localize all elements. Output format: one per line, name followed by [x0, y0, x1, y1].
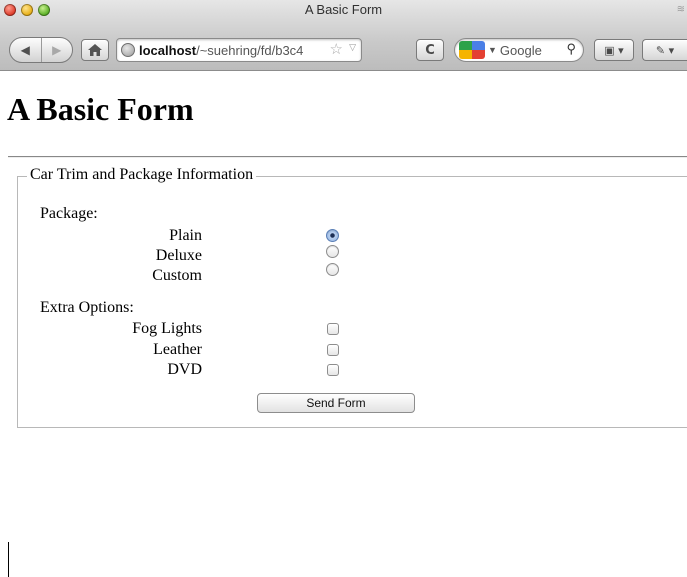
bookmark-star-icon[interactable]: ☆ — [330, 40, 343, 58]
window-resize-icon: ≋ — [676, 4, 685, 15]
horizontal-rule — [8, 156, 687, 158]
url-dropdown-icon[interactable]: ▽ — [349, 42, 356, 53]
reload-icon: C — [425, 42, 435, 58]
back-arrow-icon: ◀ — [20, 43, 30, 57]
back-button[interactable]: ◀ — [10, 38, 41, 62]
window-edge — [8, 542, 9, 577]
url-host: localhost — [139, 42, 197, 58]
search-icon[interactable]: ⚲ — [566, 41, 576, 57]
extra-option-label: DVD — [167, 361, 202, 378]
page-title: A Basic Form — [7, 91, 194, 127]
package-radio-custom[interactable] — [326, 263, 339, 276]
dvd-checkbox[interactable] — [327, 364, 339, 376]
home-button[interactable] — [81, 39, 109, 61]
fog-lights-checkbox[interactable] — [327, 323, 339, 335]
forward-button[interactable]: ▶ — [40, 38, 73, 62]
package-option-label: Deluxe — [155, 247, 202, 264]
package-label: Package: — [40, 205, 98, 222]
send-form-button[interactable]: Send Form — [257, 393, 415, 413]
fieldset-legend: Car Trim and Package Information — [27, 166, 257, 184]
package-radio-deluxe[interactable] — [326, 245, 339, 258]
search-placeholder: Google — [499, 42, 542, 58]
window-title: A Basic Form — [304, 2, 383, 17]
bookmarks-menu-button[interactable]: ▣ ▾ — [594, 39, 634, 61]
bookmarks-icon: ▣ ▾ — [604, 43, 624, 57]
package-radio-plain[interactable] — [326, 229, 339, 242]
leather-checkbox[interactable] — [327, 344, 339, 356]
search-engine-dropdown-icon[interactable]: ▼ — [488, 45, 497, 55]
globe-icon — [121, 43, 135, 57]
google-logo-icon — [459, 41, 485, 59]
search-input[interactable]: ▼ Google ⚲ — [454, 38, 584, 62]
url-path: /~suehring/fd/b3c4 — [196, 42, 304, 58]
forward-arrow-icon: ▶ — [52, 43, 62, 57]
page-content: A Basic Form Car Trim and Package Inform… — [0, 71, 687, 577]
extra-option-label: Fog Lights — [132, 320, 202, 337]
address-bar[interactable]: localhost/~suehring/fd/b3c4 ☆ ▽ — [116, 38, 362, 62]
package-option-label: Custom — [152, 267, 202, 284]
extra-options-label: Extra Options: — [40, 299, 134, 316]
browser-toolbar: A Basic Form ≋ ◀ ▶ localhost/~suehring/f… — [0, 0, 687, 71]
tools-menu-button[interactable]: ✎ ▾ — [642, 39, 687, 61]
extra-option-label: Leather — [153, 341, 202, 358]
wrench-icon: ✎ ▾ — [655, 43, 675, 57]
back-forward-group: ◀ ▶ — [9, 37, 73, 63]
reload-button[interactable]: C — [416, 39, 444, 61]
package-option-label: Plain — [169, 227, 202, 244]
home-icon — [88, 44, 102, 56]
